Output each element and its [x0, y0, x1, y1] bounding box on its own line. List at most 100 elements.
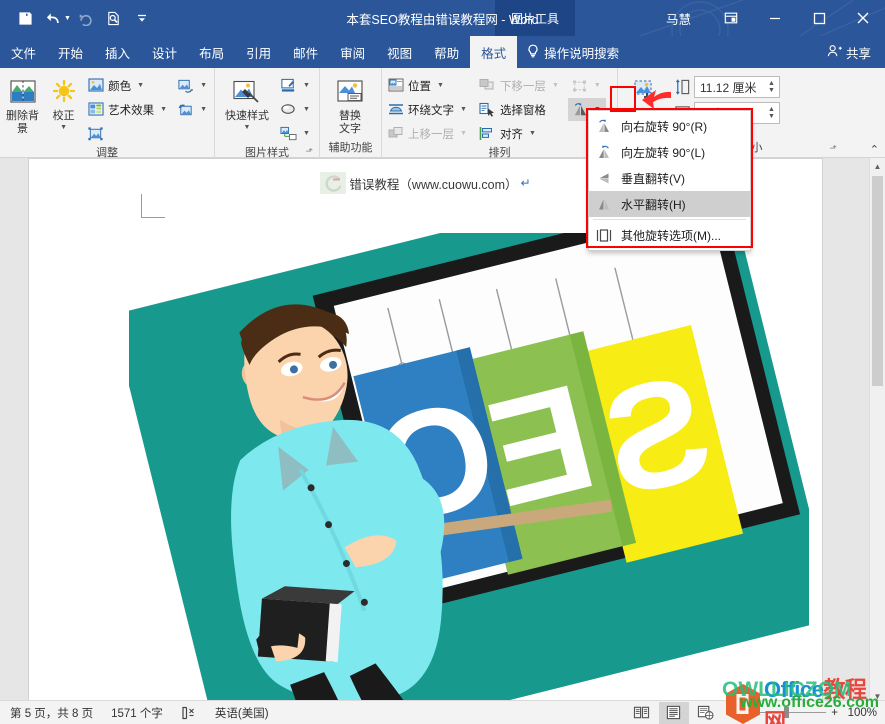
- proofing-errors-icon[interactable]: [181, 706, 197, 720]
- menu-item-rotate-right-90[interactable]: 向右旋转 90°(R): [589, 113, 750, 139]
- vertical-scrollbar[interactable]: ▲ ▼: [869, 158, 885, 704]
- tab-format[interactable]: 格式: [470, 36, 518, 68]
- chevron-down-icon[interactable]: ▼: [244, 121, 251, 134]
- shape-height-control: 11.12 厘米 ▲ ▼: [674, 76, 780, 98]
- language-status[interactable]: 英语(美国): [215, 705, 269, 721]
- chevron-down-icon[interactable]: ▼: [137, 82, 144, 89]
- rotate-dropdown-menu[interactable]: 向右旋转 90°(R) 向左旋转 90°(L) 垂直翻转(V) 水平翻转(H): [588, 110, 751, 251]
- arrange-col-2: 下移一层 ▼ 选择窗格 对齐 ▼: [476, 73, 564, 145]
- save-icon[interactable]: [12, 5, 38, 31]
- page-number-status[interactable]: 第 5 页，共 8 页: [10, 705, 93, 721]
- selection-pane-label: 选择窗格: [499, 104, 546, 117]
- tell-me-search[interactable]: 操作说明搜索: [517, 36, 629, 68]
- share-button[interactable]: 共享: [819, 36, 885, 68]
- wrap-text-label: 环绕文字: [408, 104, 454, 117]
- corrections-button[interactable]: 校正 ▼: [43, 73, 84, 137]
- group-objects-icon: [571, 77, 588, 94]
- chevron-down-icon[interactable]: ▼: [303, 82, 310, 89]
- shape-height-value: 11.12 厘米: [700, 80, 757, 95]
- compress-pictures-button[interactable]: [84, 122, 172, 145]
- flip-horizontal-icon: [595, 196, 612, 213]
- send-backward-label: 下移一层: [499, 80, 546, 93]
- tab-design[interactable]: 设计: [141, 36, 188, 68]
- chevron-down-icon[interactable]: ▼: [200, 82, 207, 89]
- corrections-icon: [49, 76, 79, 110]
- picture-styles-dialog-launcher[interactable]: ⬏: [305, 143, 313, 159]
- chevron-down-icon[interactable]: ▼: [529, 130, 536, 137]
- color-button[interactable]: 颜色 ▼: [84, 74, 172, 97]
- change-picture-icon: [177, 77, 194, 94]
- picture-effects-icon: [280, 101, 297, 118]
- tab-mailings[interactable]: 邮件: [282, 36, 329, 68]
- menu-item-flip-vertical[interactable]: 垂直翻转(V): [589, 165, 750, 191]
- quick-styles-button[interactable]: 快速样式 ▼: [217, 73, 277, 137]
- picture-border-button[interactable]: ▼: [277, 74, 315, 97]
- shape-height-spinner[interactable]: ▲ ▼: [766, 80, 777, 94]
- picture-layout-button[interactable]: ▼: [277, 122, 315, 145]
- remove-background-button[interactable]: 删除背景: [2, 73, 43, 139]
- alt-text-button[interactable]: 替换 文字: [322, 73, 378, 139]
- maximize-icon[interactable]: [797, 0, 841, 36]
- chevron-down-icon[interactable]: ▼: [60, 121, 67, 134]
- menu-item-flip-horizontal[interactable]: 水平翻转(H): [589, 191, 750, 217]
- seo-picture[interactable]: S E O: [129, 233, 809, 703]
- collapse-ribbon-icon[interactable]: ⌃: [870, 143, 879, 156]
- read-mode-icon[interactable]: [627, 702, 657, 724]
- user-account-name[interactable]: 马慧: [666, 9, 691, 28]
- share-person-icon: [827, 44, 842, 61]
- close-icon[interactable]: [841, 0, 885, 36]
- minimize-icon[interactable]: [753, 0, 797, 36]
- chevron-down-icon[interactable]: ▼: [160, 106, 167, 113]
- align-label: 对齐: [499, 128, 523, 141]
- menu-item-rotate-left-90[interactable]: 向左旋转 90°(L): [589, 139, 750, 165]
- web-layout-icon[interactable]: [691, 702, 721, 724]
- chevron-down-icon[interactable]: ▼: [303, 130, 310, 137]
- zoom-slider-thumb[interactable]: [784, 707, 790, 718]
- tab-home[interactable]: 开始: [47, 36, 94, 68]
- artistic-effects-button[interactable]: 艺术效果 ▼: [84, 98, 172, 121]
- tab-view[interactable]: 视图: [376, 36, 423, 68]
- print-layout-icon[interactable]: [658, 701, 689, 724]
- align-button[interactable]: 对齐 ▼: [476, 122, 564, 145]
- picture-effects-button[interactable]: ▼: [277, 98, 315, 121]
- tab-file[interactable]: 文件: [0, 36, 47, 68]
- menu-item-more-rotation-options[interactable]: 其他旋转选项(M)...: [589, 222, 750, 248]
- tab-references[interactable]: 引用: [235, 36, 282, 68]
- flip-vertical-icon: [595, 170, 612, 187]
- zoom-in-button[interactable]: +: [831, 707, 838, 719]
- zoom-control: − + 100%: [731, 707, 877, 719]
- chevron-down-icon[interactable]: ▼: [460, 106, 467, 113]
- change-picture-button[interactable]: ▼: [174, 74, 212, 97]
- title-bar: ▼ 本套SEO教程由错误教程网 - Word 图片工具 马慧: [0, 0, 885, 36]
- arrange-col-1: 位置 ▼ 环绕文字 ▼ 上移一层 ▼: [384, 73, 472, 145]
- margin-corner-mark: [141, 194, 165, 218]
- undo-dropdown-icon[interactable]: ▼: [64, 15, 71, 22]
- shape-width-spinner[interactable]: ▲ ▼: [766, 106, 777, 120]
- position-button[interactable]: 位置 ▼: [384, 74, 472, 97]
- chevron-down-icon[interactable]: ▼: [437, 82, 444, 89]
- chevron-down-icon[interactable]: ▼: [200, 106, 207, 113]
- word-count-status[interactable]: 1571 个字: [111, 705, 163, 721]
- zoom-level-label[interactable]: 100%: [843, 707, 877, 719]
- ribbon-display-options-icon[interactable]: [709, 0, 753, 36]
- alt-text-icon: [335, 76, 365, 110]
- tab-review[interactable]: 审阅: [329, 36, 376, 68]
- vertical-scroll-thumb[interactable]: [872, 176, 883, 386]
- print-preview-icon[interactable]: [101, 5, 127, 31]
- shape-height-input[interactable]: 11.12 厘米 ▲ ▼: [694, 76, 780, 98]
- customize-qat-icon[interactable]: [129, 5, 155, 31]
- scroll-up-icon[interactable]: ▲: [870, 158, 885, 174]
- tab-help[interactable]: 帮助: [423, 36, 470, 68]
- reset-picture-button[interactable]: ▼: [174, 98, 212, 121]
- zoom-out-button[interactable]: −: [731, 707, 738, 719]
- tab-layout[interactable]: 布局: [188, 36, 235, 68]
- status-bar: 第 5 页，共 8 页 1571 个字 英语(美国) − + 100%: [0, 700, 885, 724]
- zoom-slider[interactable]: [742, 707, 827, 718]
- undo-icon[interactable]: [40, 5, 66, 31]
- size-dialog-launcher[interactable]: ⬏: [829, 140, 837, 156]
- tab-insert[interactable]: 插入: [94, 36, 141, 68]
- share-label: 共享: [845, 46, 871, 61]
- wrap-text-button[interactable]: 环绕文字 ▼: [384, 98, 472, 121]
- chevron-down-icon[interactable]: ▼: [303, 106, 310, 113]
- selection-pane-button[interactable]: 选择窗格: [476, 98, 564, 121]
